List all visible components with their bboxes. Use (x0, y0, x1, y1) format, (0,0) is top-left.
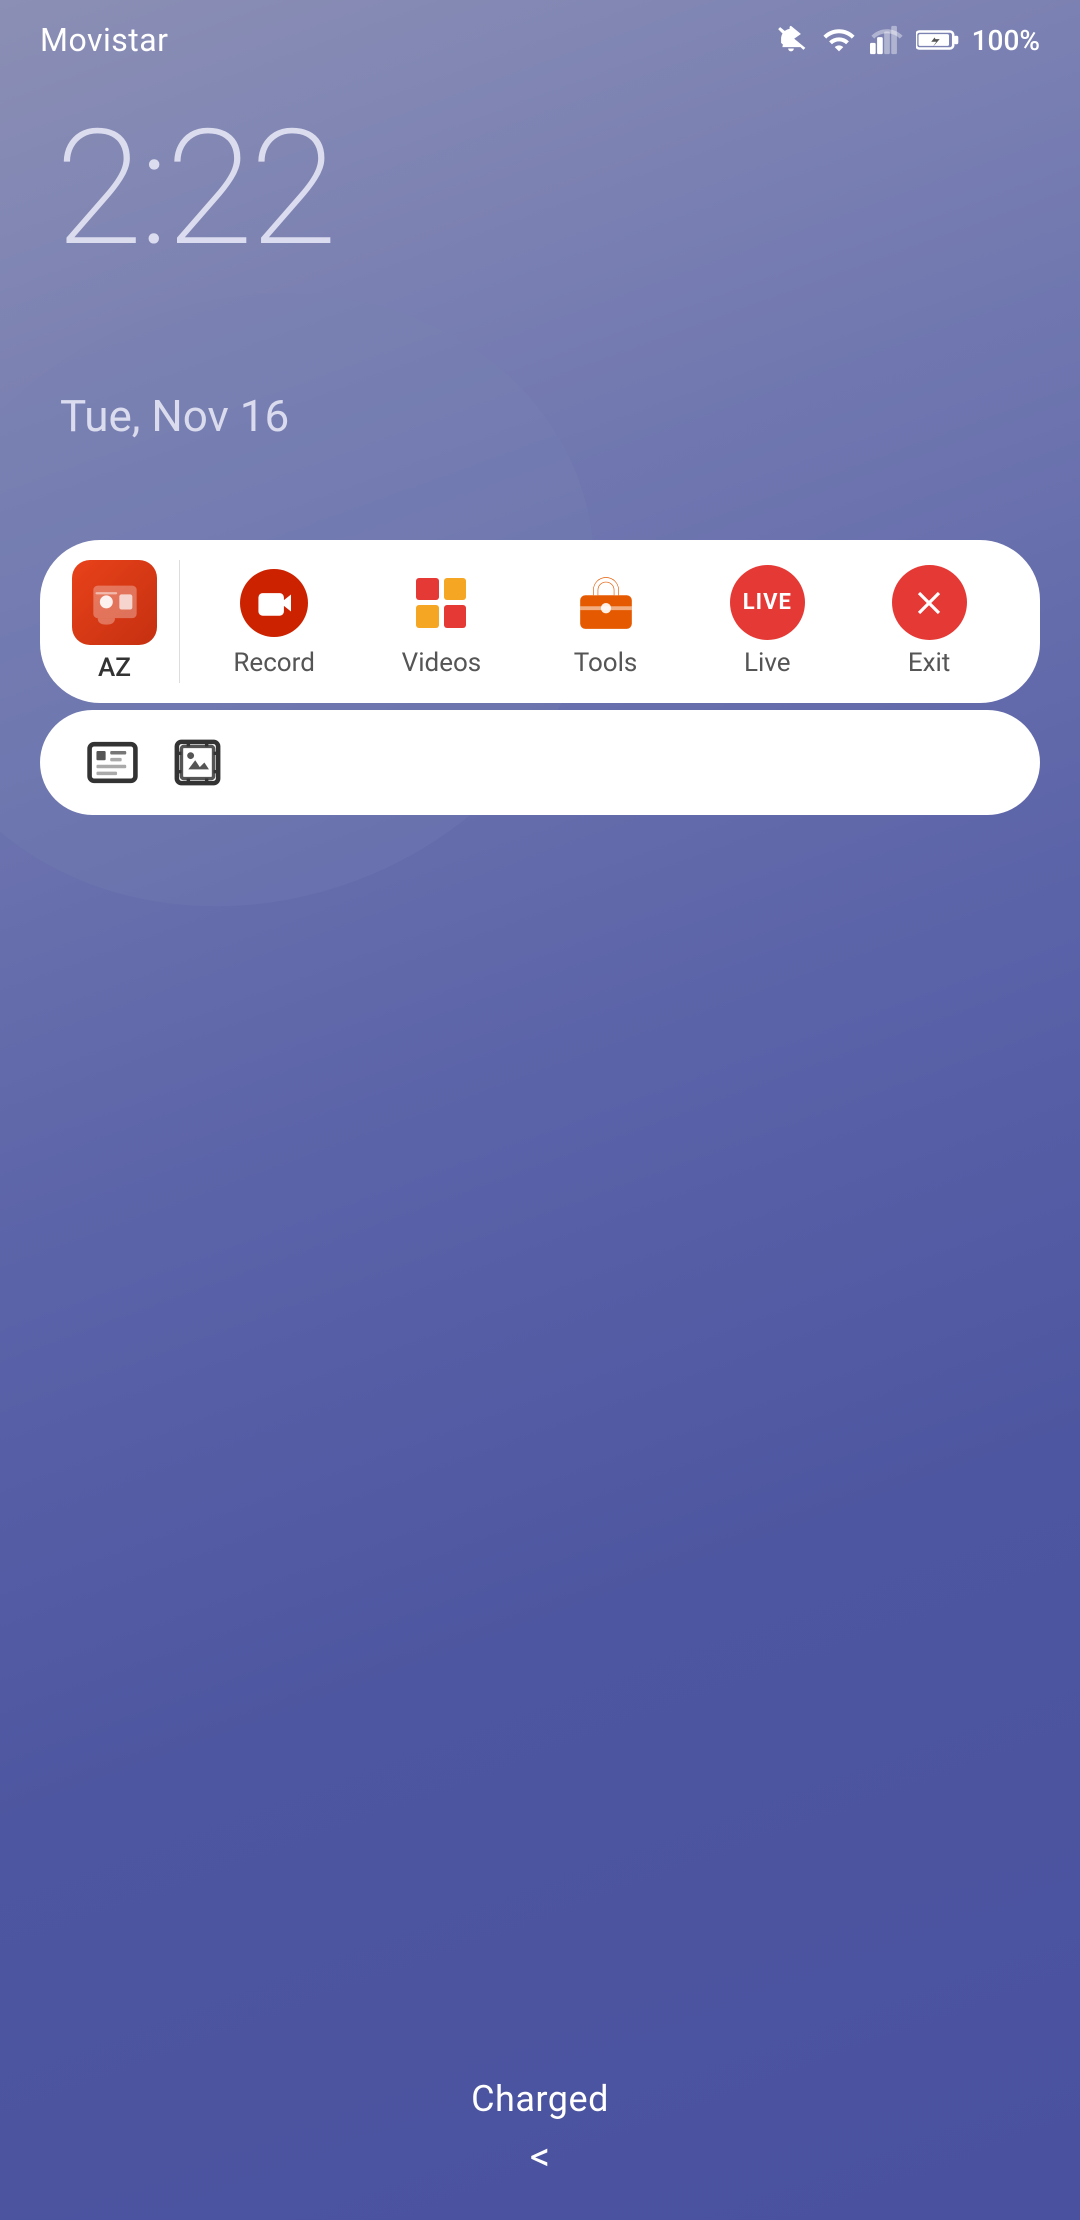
az-label: AZ (98, 653, 131, 683)
panel-news-icon[interactable] (80, 730, 145, 795)
status-bar: Movistar 100% (0, 0, 1080, 80)
record-button[interactable]: Record (233, 565, 314, 678)
live-text: LIVE (743, 590, 792, 615)
videos-icon-container (404, 565, 479, 640)
az-icon (72, 560, 157, 645)
date-display: Tue, Nov 16 (60, 390, 289, 442)
grid-cell-1 (416, 578, 439, 601)
carrier-label: Movistar (40, 21, 168, 59)
live-label: Live (744, 648, 791, 678)
exit-x-icon (910, 584, 948, 622)
live-icon-container: LIVE (730, 565, 805, 640)
mute-icon (774, 23, 808, 57)
tools-icon-container (568, 565, 643, 640)
tools-label: Tools (574, 648, 638, 678)
clock-display: 2:22 (55, 110, 334, 270)
back-button[interactable]: < (530, 2133, 550, 2180)
grid-cell-2 (444, 578, 467, 601)
wifi-icon (820, 23, 858, 57)
charged-label: Charged (0, 2078, 1080, 2120)
exit-circle-icon (892, 565, 967, 640)
battery-icon (916, 23, 960, 57)
exit-icon-container (892, 565, 967, 640)
screenshot-icon (170, 735, 225, 790)
grid-cell-3 (416, 605, 439, 628)
exit-button[interactable]: Exit (892, 565, 967, 678)
record-label: Record (233, 648, 314, 678)
toolbar-items: Record Videos (190, 565, 1010, 678)
panel-screenshot-icon[interactable] (165, 730, 230, 795)
news-icon (85, 735, 140, 790)
az-icon-svg (89, 577, 141, 629)
videos-button[interactable]: Videos (402, 565, 482, 678)
signal-icon (870, 23, 904, 57)
battery-level: 100% (972, 24, 1040, 57)
exit-label: Exit (908, 648, 951, 678)
record-camera-icon (240, 569, 308, 637)
grid-cell-4 (444, 605, 467, 628)
status-icons: 100% (774, 23, 1040, 57)
az-app-item[interactable]: AZ (70, 560, 180, 683)
live-button[interactable]: LIVE Live (730, 565, 805, 678)
videos-grid-icon (416, 578, 466, 628)
record-icon-container (237, 565, 312, 640)
toolbar-panel: AZ Record Videos (40, 540, 1040, 703)
tools-button[interactable]: Tools (568, 565, 643, 678)
live-circle-icon: LIVE (730, 565, 805, 640)
videos-label: Videos (402, 648, 482, 678)
second-panel (40, 710, 1040, 815)
tools-briefcase-icon (575, 572, 637, 634)
